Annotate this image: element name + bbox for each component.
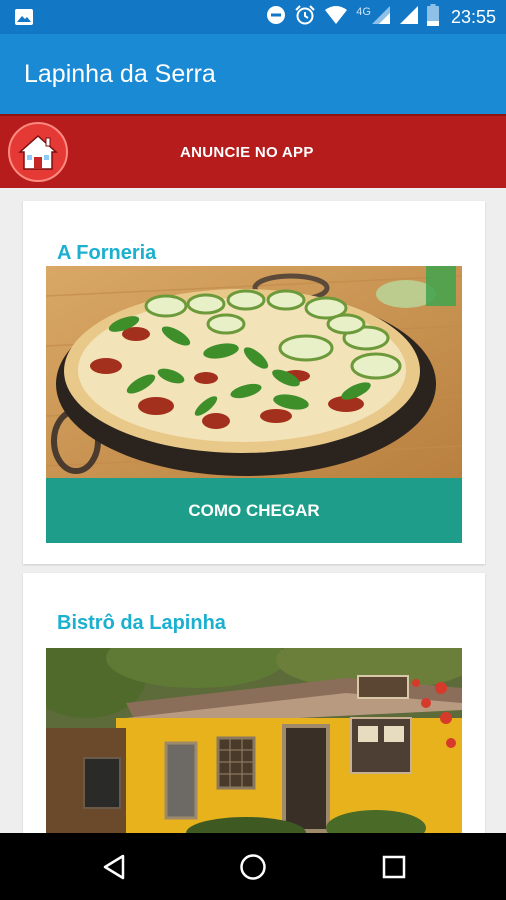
image-icon [14,8,34,31]
home-circle-icon[interactable] [237,851,269,883]
navigation-bar [0,833,506,900]
advertise-banner[interactable]: ANUNCIE NO APP [0,114,506,188]
app-title: Lapinha da Serra [24,60,216,88]
signal-icon [371,5,391,30]
do-not-disturb-icon [266,5,286,30]
restaurant-facade-photo [46,648,462,833]
listing-card: A Forneria COMO CHEGAR [23,201,485,564]
pizza-photo [46,266,462,478]
status-time: 23:55 [450,6,496,27]
wifi-icon [324,5,348,30]
directions-button[interactable]: COMO CHEGAR [46,478,462,543]
back-icon[interactable] [98,851,130,883]
app-bar: Lapinha da Serra [0,34,506,114]
advertise-label: ANUNCIE NO APP [180,144,314,161]
status-bar: 4G 23:55 [0,0,506,34]
listing-card: Bistrô da Lapinha [23,573,485,833]
listing-title: Bistrô da Lapinha [57,612,226,634]
alarm-icon [294,4,316,31]
recents-square-icon[interactable] [378,851,410,883]
listing-title: A Forneria [57,242,157,264]
home-icon [8,122,68,182]
signal-icon [399,5,419,30]
network-type-label: 4G [356,6,371,18]
battery-icon [426,3,439,31]
listing-list[interactable]: A Forneria COMO CHEGAR Bistrô da Lapinha [0,188,506,833]
